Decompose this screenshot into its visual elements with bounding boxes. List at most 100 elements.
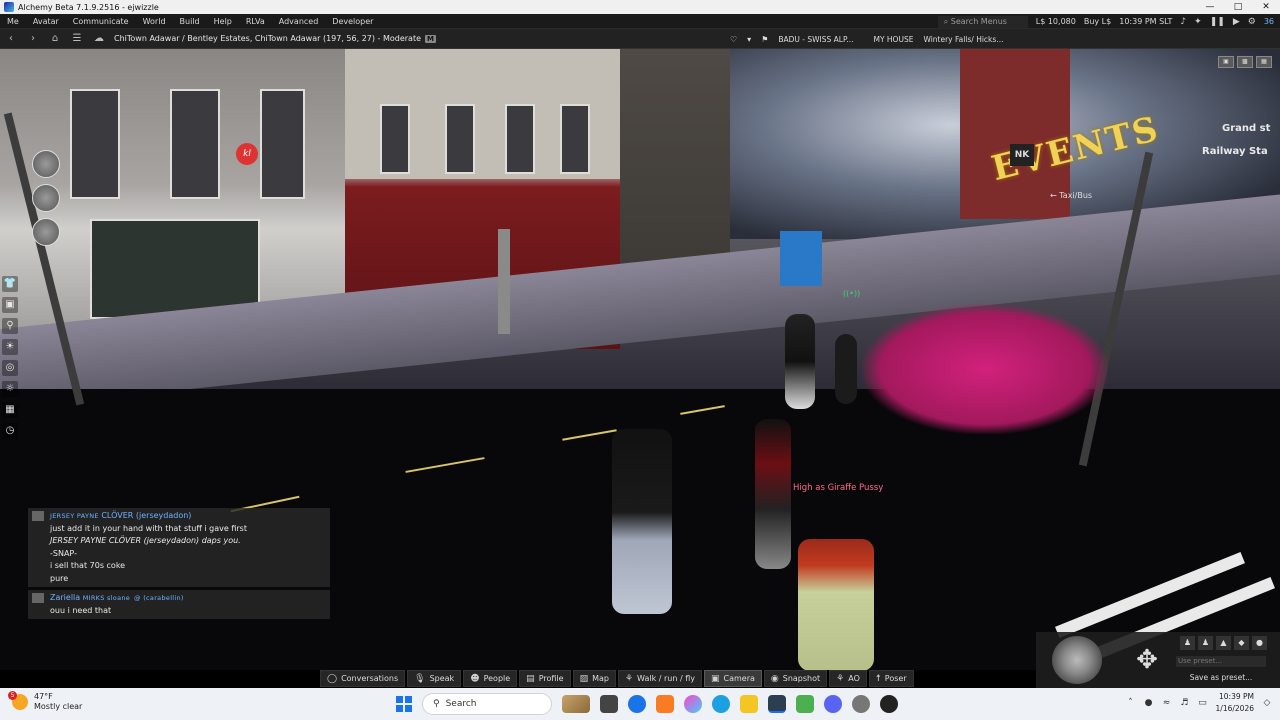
- view-mode-icon[interactable]: ▣: [1218, 56, 1234, 68]
- camera-preset-dropdown[interactable]: Use preset...: [1176, 656, 1266, 667]
- pink-suv[interactable]: [862, 304, 1108, 434]
- mouselook-icon[interactable]: ●: [1252, 636, 1267, 650]
- copilot-icon[interactable]: [684, 695, 702, 713]
- radar-icon[interactable]: ◎: [2, 360, 18, 376]
- battery-icon[interactable]: ▭: [1198, 698, 1208, 708]
- chevron-up-icon[interactable]: ˄: [1126, 698, 1136, 708]
- camera-button[interactable]: ▣ Camera: [703, 670, 762, 687]
- volume-icon[interactable]: ♬: [1180, 698, 1190, 708]
- build-icon[interactable]: ▦: [2, 402, 18, 418]
- settings-gear-icon[interactable]: ⚙: [1248, 17, 1256, 27]
- environment-icon[interactable]: ☼: [2, 381, 18, 397]
- landmarks-icon[interactable]: ☰: [66, 33, 88, 44]
- ao-button[interactable]: ⚘ AO: [829, 670, 867, 687]
- inventory-icon[interactable]: ▣: [2, 297, 18, 313]
- camera-pan-cross-icon[interactable]: ✥: [1120, 636, 1174, 684]
- back-arrow-icon[interactable]: ‹: [0, 33, 22, 44]
- maximize-icon[interactable]: □: [1224, 0, 1252, 14]
- sound-icon[interactable]: ♪: [1180, 17, 1186, 27]
- favorite-link-badu[interactable]: BADU - SWISS ALP...: [778, 35, 853, 44]
- app-a-icon[interactable]: [656, 695, 674, 713]
- avatar-self[interactable]: [612, 429, 672, 614]
- menu-build[interactable]: Build: [173, 14, 207, 29]
- hud-attachment-icon[interactable]: [32, 150, 60, 178]
- menu-world[interactable]: World: [136, 14, 173, 29]
- search-menus-placeholder: Search Menus: [950, 16, 1007, 26]
- file-explorer-icon[interactable]: [740, 695, 758, 713]
- snapshot-button[interactable]: ◉ Snapshot: [763, 670, 828, 687]
- avatar-person[interactable]: [835, 334, 857, 404]
- save-camera-preset-button[interactable]: Save as preset...: [1176, 672, 1266, 683]
- people-button[interactable]: ☻ People: [463, 670, 518, 687]
- object-view-icon[interactable]: ◆: [1234, 636, 1249, 650]
- menu-advanced[interactable]: Advanced: [272, 14, 326, 29]
- walk-run-fly-button[interactable]: ⚘ Walk / run / fly: [617, 670, 702, 687]
- taskbar-search[interactable]: ⚲ Search: [422, 693, 552, 715]
- profile-button[interactable]: ▤ Profile: [519, 670, 571, 687]
- notifications-icon[interactable]: ◇: [1262, 698, 1272, 708]
- rear-view-icon[interactable]: ▲: [1216, 636, 1231, 650]
- rlv-icon[interactable]: ✦: [1194, 17, 1202, 27]
- widget-thumbnail-icon[interactable]: [562, 695, 590, 713]
- menu-communicate[interactable]: Communicate: [66, 14, 136, 29]
- menu-developer[interactable]: Developer: [325, 14, 380, 29]
- menu-rlva[interactable]: RLVa: [239, 14, 272, 29]
- speak-button[interactable]: 🎙 Speak: [407, 670, 462, 687]
- weather-widget[interactable]: 5 47°F Mostly clear: [8, 691, 82, 712]
- edge-icon[interactable]: [712, 695, 730, 713]
- minimize-icon[interactable]: —: [1196, 0, 1224, 14]
- avatar-redhead[interactable]: [798, 539, 874, 670]
- discord-icon[interactable]: [824, 695, 842, 713]
- hud-attachment-icon[interactable]: [32, 184, 60, 212]
- play-icon[interactable]: ▶: [1233, 17, 1240, 27]
- favorite-heart-icon[interactable]: ♡: [730, 35, 737, 44]
- windows-start-icon[interactable]: [396, 696, 412, 712]
- view-mode-icon[interactable]: ▩: [1237, 56, 1253, 68]
- taskbar-clock[interactable]: 10:39 PM 1/16/2026: [1216, 691, 1254, 715]
- close-icon[interactable]: ✕: [1252, 0, 1280, 14]
- search-icon[interactable]: ⚲: [2, 318, 18, 334]
- pin-icon[interactable]: ⚑: [761, 35, 768, 44]
- settings-icon[interactable]: [852, 695, 870, 713]
- menu-avatar[interactable]: Avatar: [26, 14, 66, 29]
- cloud-icon[interactable]: ☁: [88, 33, 110, 44]
- lightbulb-icon[interactable]: ☀: [2, 339, 18, 355]
- window-title: Alchemy Beta 7.1.9.2516 - ejwizzle: [18, 2, 159, 12]
- search-menus-input[interactable]: ⌕ Search Menus: [937, 15, 1028, 28]
- camera-orbit-joystick[interactable]: [1052, 636, 1102, 684]
- map-button[interactable]: ▨ Map: [572, 670, 616, 687]
- task-view-icon[interactable]: [600, 695, 618, 713]
- tray-app-icon[interactable]: ●: [1144, 698, 1154, 708]
- location-bar[interactable]: ChiTown Adawar / Bentley Estates, ChiTow…: [114, 34, 421, 43]
- speedometer-icon[interactable]: ◷: [2, 423, 18, 439]
- wifi-icon[interactable]: ≈: [1162, 698, 1172, 708]
- avatar-person[interactable]: [755, 419, 791, 569]
- favorite-link-my-house[interactable]: MY HOUSE: [873, 35, 913, 44]
- chat-sender-name[interactable]: Zariella MIRKS sloane @ (carabellin): [50, 592, 326, 605]
- poser-button[interactable]: ☨ Poser: [868, 670, 914, 687]
- browser-icon[interactable]: [628, 695, 646, 713]
- dropdown-arrow-icon[interactable]: ▾: [747, 35, 751, 44]
- balance-display[interactable]: L$ 10,080: [1036, 17, 1076, 26]
- home-icon[interactable]: ⌂: [44, 33, 66, 44]
- appearance-icon[interactable]: 👕: [2, 276, 18, 292]
- avatar-person[interactable]: [785, 314, 815, 409]
- map-icon: ▨: [579, 673, 589, 684]
- front-view-icon[interactable]: ♟: [1180, 636, 1195, 650]
- app-dark-icon[interactable]: [880, 695, 898, 713]
- station-sign: Grand st Railway Sta: [1170, 123, 1280, 183]
- chat-sender-name[interactable]: JERSEY PAYNE CLÖVER (jerseydadon): [50, 510, 326, 523]
- buy-currency-button[interactable]: Buy L$: [1084, 17, 1111, 26]
- menu-me[interactable]: Me: [0, 14, 26, 29]
- app-green-icon[interactable]: [796, 695, 814, 713]
- view-mode-icon[interactable]: ▦: [1256, 56, 1272, 68]
- conversations-button[interactable]: ◯ Conversations: [320, 670, 406, 687]
- forward-arrow-icon[interactable]: ›: [22, 33, 44, 44]
- pause-icon[interactable]: ❚❚: [1210, 17, 1225, 27]
- menu-help[interactable]: Help: [207, 14, 239, 29]
- side-view-icon[interactable]: ♟: [1198, 636, 1213, 650]
- left-toolbar: 👕 ▣ ⚲ ☀ ◎ ☼ ▦ ◷: [0, 276, 20, 439]
- hud-attachment-icon[interactable]: [32, 218, 60, 246]
- favorite-link-wintery-falls[interactable]: Wintery Falls/ Hicks...: [923, 35, 1003, 44]
- alchemy-viewer-icon[interactable]: [768, 695, 786, 713]
